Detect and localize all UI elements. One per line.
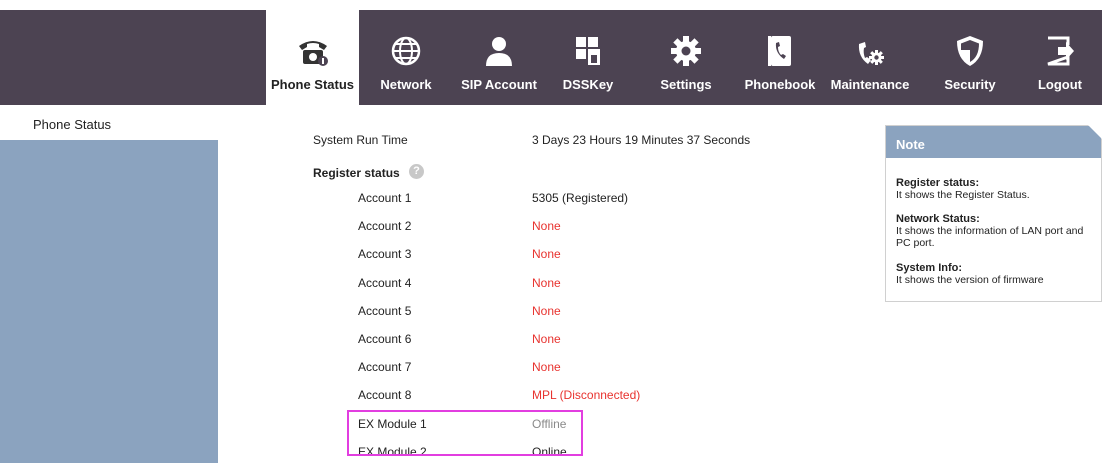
- nav-label: DSSKey: [562, 77, 614, 92]
- nav-label: Phone Status: [270, 77, 355, 92]
- note-section: Network Status: It shows the information…: [896, 213, 1096, 249]
- note-header: Note: [886, 126, 1101, 158]
- note-heading: Register status:: [896, 177, 980, 189]
- nav-phone-status[interactable]: Phone Status: [266, 10, 359, 105]
- sidebar: [0, 140, 218, 463]
- nav-label: Phonebook: [744, 77, 816, 92]
- account-row-label: Account 8: [358, 388, 412, 402]
- phonebook-icon: [768, 36, 791, 66]
- sidebar-item-phone-status[interactable]: Phone Status: [0, 105, 218, 140]
- account-row-label: Account 5: [358, 304, 412, 318]
- note-text: It shows the information of LAN port and…: [896, 225, 1084, 249]
- note-text: It shows the version of firmware: [896, 274, 1044, 286]
- account-row-value: None: [532, 304, 561, 318]
- account-row-value: MPL (Disconnected): [532, 388, 641, 402]
- ex-module-highlight-box: [347, 410, 583, 456]
- nav-settings[interactable]: Settings: [655, 10, 717, 105]
- account-row-value: 5305 (Registered): [532, 191, 629, 205]
- account-row-value: None: [532, 332, 561, 346]
- account-row-value: None: [532, 247, 561, 261]
- nav-phonebook[interactable]: Phonebook: [737, 10, 823, 105]
- nav-label: Network: [380, 77, 432, 92]
- nav-maintenance[interactable]: Maintenance: [827, 10, 913, 105]
- account-row-label: Account 4: [358, 276, 412, 290]
- nav-label: Logout: [1037, 77, 1083, 92]
- account-row-value: None: [532, 360, 561, 374]
- maintenance-icon: [858, 42, 884, 65]
- nav-label: Maintenance: [830, 77, 910, 92]
- account-row-label: Account 3: [358, 247, 412, 261]
- nav-dsskey[interactable]: DSSKey: [558, 10, 618, 105]
- globe-icon: [391, 36, 421, 66]
- account-row-value: None: [532, 219, 561, 233]
- note-title: Note: [896, 137, 925, 152]
- nav-network[interactable]: Network: [373, 10, 439, 105]
- account-row-label: Account 1: [358, 191, 412, 205]
- user-icon: [486, 37, 512, 66]
- nav-label: Security: [944, 77, 996, 92]
- note-corner-fold: [1088, 125, 1102, 139]
- register-status-heading: Register status: [313, 166, 400, 180]
- note-text: It shows the Register Status.: [896, 189, 1030, 201]
- run-time-value: 3 Days 23 Hours 19 Minutes 37 Seconds: [532, 133, 751, 147]
- dsskey-icon: [576, 37, 600, 65]
- nav-sip-account[interactable]: SIP Account: [455, 10, 543, 105]
- sidebar-item-label: Phone Status: [33, 117, 112, 132]
- note-heading: Network Status:: [896, 213, 980, 225]
- account-row-label: Account 2: [358, 219, 412, 233]
- shield-icon: [957, 36, 983, 66]
- account-row-label: Account 6: [358, 332, 412, 346]
- run-time-label: System Run Time: [313, 133, 408, 147]
- nav-logout[interactable]: Logout: [1030, 10, 1090, 105]
- account-row-label: Account 7: [358, 360, 412, 374]
- nav-security[interactable]: Security: [937, 10, 1003, 105]
- note-heading: System Info:: [896, 262, 963, 274]
- logout-icon: [1047, 36, 1074, 66]
- account-row-value: None: [532, 276, 561, 290]
- note-section: Register status: It shows the Register S…: [896, 177, 1096, 201]
- help-icon[interactable]: ?: [409, 164, 424, 179]
- note-panel: Note Register status: It shows the Regis…: [885, 125, 1102, 302]
- phone-icon: [298, 41, 328, 66]
- top-navigation-bar: Phone Status Network SIP Account DSSKey: [0, 10, 1102, 105]
- gear-icon: [671, 36, 701, 66]
- nav-label: SIP Account: [461, 77, 537, 92]
- note-section: System Info: It shows the version of fir…: [896, 262, 1096, 286]
- nav-label: Settings: [660, 77, 712, 92]
